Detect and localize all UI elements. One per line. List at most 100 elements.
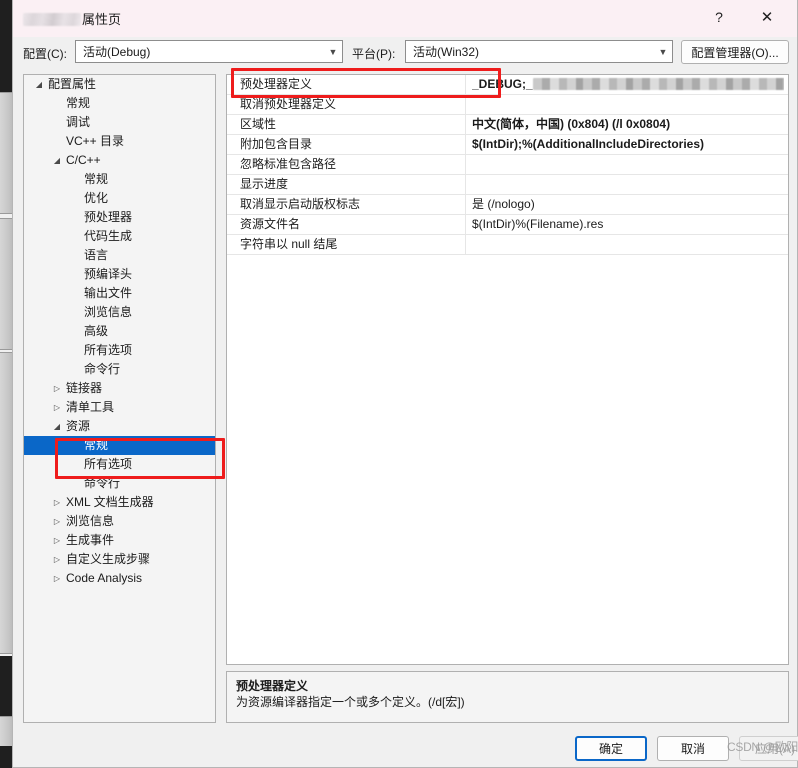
description-title: 预处理器定义 (236, 679, 309, 693)
tree-item-label: 所有选项 (84, 343, 133, 357)
tree-item-label: 常规 (84, 438, 109, 452)
twisty-expanded-icon: ◢ (35, 80, 43, 89)
property-row[interactable]: 附加包含目录 $(IntDir);%(AdditionalIncludeDirec… (227, 135, 788, 155)
property-row[interactable]: 区域性 中文(简体，中国) (0x804) (/l 0x0804) (227, 115, 788, 135)
tree-item-所有选项[interactable]: 所有选项 (24, 455, 215, 474)
configuration-bar: 配置(C): 活动(Debug) ▼ 平台(P): 活动(Win32) ▼ 配置… (13, 36, 797, 70)
tree-item-预编译头[interactable]: 预编译头 (24, 265, 215, 284)
property-row[interactable]: 忽略标准包含路径 (227, 155, 788, 175)
tree-item-VC---目录[interactable]: VC++ 目录 (24, 132, 215, 151)
property-value: 中文(简体，中国) (0x804) (/l 0x0804) (472, 117, 671, 131)
tree-item-输出文件[interactable]: 输出文件 (24, 284, 215, 303)
property-name: 预处理器定义 (240, 77, 313, 91)
twisty-collapsed-icon: ▷ (53, 555, 61, 564)
twisty-collapsed-icon: ▷ (53, 517, 61, 526)
tree-item-label: 自定义生成步骤 (66, 552, 151, 566)
backdrop-dark-strip (0, 746, 12, 768)
column-divider (465, 95, 466, 114)
twisty-collapsed-icon: ▷ (53, 536, 61, 545)
configuration-manager-button[interactable]: 配置管理器(O)... (681, 40, 789, 64)
tree-item-label: 常规 (84, 172, 109, 186)
tree-item-命令行[interactable]: 命令行 (24, 360, 215, 379)
property-name: 忽略标准包含路径 (240, 157, 337, 171)
property-name: 取消预处理器定义 (240, 97, 337, 111)
tree-item-label: 预编译头 (84, 267, 133, 281)
column-divider (465, 75, 466, 94)
redacted-project-name (23, 13, 81, 26)
property-value: _DEBUG;_ (472, 75, 784, 94)
tree-item-常规[interactable]: 常规 (24, 94, 215, 113)
property-row[interactable]: 取消显示启动版权标志 是 (/nologo) (227, 195, 788, 215)
platform-value: 活动(Win32) (413, 45, 480, 59)
property-row[interactable]: 资源文件名 $(IntDir)%(Filename).res (227, 215, 788, 235)
tree-item-label: 高级 (84, 324, 109, 338)
tree-item-资源[interactable]: ◢ 资源 (24, 417, 215, 436)
property-row[interactable]: 预处理器定义 _DEBUG;_ (227, 75, 788, 95)
apply-button: 应用(A) (739, 736, 798, 761)
tree-item-label: 输出文件 (84, 286, 133, 300)
backdrop-dark-strip (0, 0, 12, 92)
column-divider (465, 235, 466, 254)
cancel-button[interactable]: 取消 (657, 736, 729, 761)
redacted-value-blur (532, 78, 784, 90)
property-value-text: _DEBUG;_ (472, 77, 533, 91)
close-x-icon[interactable]: ✕ (745, 0, 789, 34)
twisty-expanded-icon: ◢ (53, 156, 61, 165)
tree-item-清单工具[interactable]: ▷ 清单工具 (24, 398, 215, 417)
tree-item-label: 优化 (84, 191, 109, 205)
tree-item-label: XML 文档生成器 (66, 495, 154, 509)
tree-item-语言[interactable]: 语言 (24, 246, 215, 265)
tree-item-label: 命令行 (84, 476, 121, 490)
tree-item-label: 预处理器 (84, 210, 133, 224)
tree-item-优化[interactable]: 优化 (24, 189, 215, 208)
tree-item-XML-文档生成器[interactable]: ▷ XML 文档生成器 (24, 493, 215, 512)
tree-item-常规[interactable]: 常规 (24, 436, 215, 455)
dialog-title: 属性页 (23, 9, 121, 28)
property-name: 显示进度 (240, 177, 289, 191)
tree-item-浏览信息[interactable]: 浏览信息 (24, 303, 215, 322)
twisty-expanded-icon: ◢ (53, 422, 61, 431)
settings-tree[interactable]: ◢ 配置属性 常规 调试 VC++ 目录 ◢ C/C++ 常规 优化 预处理器 代码生成 语言 预编译头… (23, 74, 216, 723)
tree-item-链接器[interactable]: ▷ 链接器 (24, 379, 215, 398)
tree-item-预处理器[interactable]: 预处理器 (24, 208, 215, 227)
tree-item-配置属性[interactable]: ◢ 配置属性 (24, 75, 215, 94)
ok-button[interactable]: 确定 (575, 736, 647, 761)
property-row[interactable]: 字符串以 null 结尾 (227, 235, 788, 255)
tree-item-代码生成[interactable]: 代码生成 (24, 227, 215, 246)
description-body: 为资源编译器指定一个或多个定义。(/d[宏]) (236, 695, 465, 709)
twisty-collapsed-icon: ▷ (53, 384, 61, 393)
column-divider (465, 215, 466, 234)
backdrop-tool-strip (0, 218, 12, 350)
tree-item-C-C--[interactable]: ◢ C/C++ (24, 151, 215, 170)
tree-item-高级[interactable]: 高级 (24, 322, 215, 341)
tree-item-所有选项[interactable]: 所有选项 (24, 341, 215, 360)
property-grid[interactable]: 预处理器定义 _DEBUG;_ 取消预处理器定义 区域性 中文(简体，中国) (0x80… (226, 74, 789, 665)
property-name: 字符串以 null 结尾 (240, 237, 338, 251)
twisty-collapsed-icon: ▷ (53, 574, 61, 583)
property-row[interactable]: 取消预处理器定义 (227, 95, 788, 115)
property-row[interactable]: 显示进度 (227, 175, 788, 195)
tree-item-label: 常规 (66, 96, 91, 110)
platform-dropdown[interactable]: 活动(Win32) ▼ (405, 40, 673, 63)
platform-label: 平台(P): (352, 47, 396, 61)
tree-item-Code-Analysis[interactable]: ▷ Code Analysis (24, 569, 215, 588)
tree-item-浏览信息[interactable]: ▷ 浏览信息 (24, 512, 215, 531)
column-divider (465, 115, 466, 134)
tree-item-调试[interactable]: 调试 (24, 113, 215, 132)
description-pane: 预处理器定义 为资源编译器指定一个或多个定义。(/d[宏]) (226, 671, 789, 723)
tree-item-label: 语言 (84, 248, 109, 262)
backdrop-tool-strip (0, 92, 12, 214)
help-icon[interactable]: ? (697, 0, 741, 34)
tree-item-生成事件[interactable]: ▷ 生成事件 (24, 531, 215, 550)
tree-item-label: 清单工具 (66, 400, 115, 414)
tree-item-自定义生成步骤[interactable]: ▷ 自定义生成步骤 (24, 550, 215, 569)
property-value: 是 (/nologo) (472, 197, 535, 211)
tree-item-label: Code Analysis (66, 571, 143, 585)
column-divider (465, 155, 466, 174)
tree-item-命令行[interactable]: 命令行 (24, 474, 215, 493)
tree-item-常规[interactable]: 常规 (24, 170, 215, 189)
configuration-dropdown[interactable]: 活动(Debug) ▼ (75, 40, 343, 63)
configuration-value: 活动(Debug) (83, 45, 151, 59)
twisty-collapsed-icon: ▷ (53, 498, 61, 507)
property-name: 区域性 (240, 117, 277, 131)
